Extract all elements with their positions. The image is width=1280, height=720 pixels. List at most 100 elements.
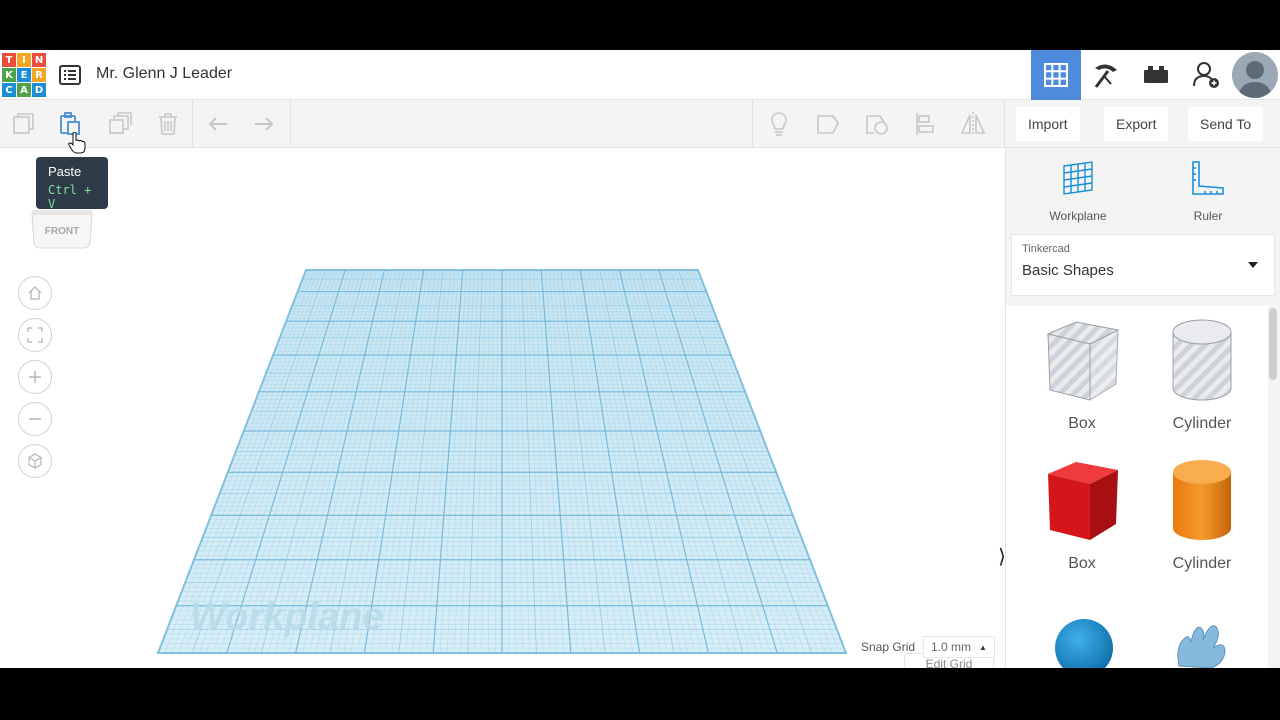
- toolbar-divider: [1004, 100, 1005, 148]
- fit-view-icon: [27, 327, 43, 343]
- zoom-in-button[interactable]: [18, 360, 52, 394]
- tinkercad-app: T I N K E R C A D Mr. Glenn J Leader Imp…: [0, 50, 1280, 668]
- fit-view-button[interactable]: [18, 318, 52, 352]
- cylinder-hole-icon: [1172, 319, 1232, 401]
- shape-scribble[interactable]: [1142, 606, 1262, 668]
- shape-cylinder[interactable]: Cylinder: [1142, 456, 1262, 573]
- undo-icon: [208, 117, 227, 131]
- design-list-icon[interactable]: [58, 63, 82, 87]
- duplicate-icon: [109, 112, 132, 134]
- align-icon: [916, 113, 934, 135]
- user-avatar[interactable]: [1232, 52, 1278, 98]
- shape-cylinder-hole[interactable]: Cylinder: [1142, 316, 1262, 433]
- 3d-design-view-button[interactable]: [1031, 50, 1081, 100]
- toolbar-divider: [752, 100, 753, 148]
- shapes-panel: Workplane Ruler Tinkercad Basic Shapes B…: [1005, 148, 1280, 668]
- pickaxe-icon: [1094, 64, 1117, 88]
- logo-letter: C: [2, 83, 16, 97]
- tooltip-title: Paste: [48, 164, 82, 179]
- caret-up-icon: ▲: [979, 642, 987, 652]
- logo-letter: I: [17, 53, 31, 67]
- home-icon: [28, 286, 42, 300]
- toolbar-divider: [290, 100, 291, 148]
- undo-button[interactable]: [204, 110, 232, 138]
- bricks-button[interactable]: [1131, 50, 1181, 100]
- view-cube-front-label: FRONT: [44, 226, 80, 237]
- workplane-tool[interactable]: Workplane: [1028, 160, 1128, 223]
- logo-letter: A: [17, 83, 31, 97]
- send-to-button[interactable]: Send To: [1188, 107, 1264, 141]
- shape-label: Box: [1068, 415, 1096, 432]
- import-button[interactable]: Import: [1016, 107, 1080, 141]
- codeblocks-button[interactable]: [1081, 50, 1131, 100]
- scribble-icon: [1177, 625, 1226, 668]
- tooltip-shortcut: Ctrl + V: [48, 183, 92, 211]
- redo-button[interactable]: [250, 110, 278, 138]
- snap-grid-value: 1.0 mm: [931, 640, 972, 654]
- shape-box[interactable]: Box: [1022, 456, 1142, 573]
- group-icon: [817, 115, 839, 134]
- library-name: Basic Shapes: [1022, 262, 1114, 279]
- trash-icon: [159, 113, 177, 135]
- shape-box-hole[interactable]: Box: [1022, 316, 1142, 433]
- logo-letter: N: [32, 53, 46, 67]
- shapes-grid: Box Cylinder Box Cylinder: [1006, 306, 1268, 668]
- copy-button[interactable]: [10, 110, 38, 138]
- shape-label: Cylinder: [1172, 555, 1232, 572]
- ruler-tool[interactable]: Ruler: [1158, 160, 1258, 223]
- logo-letter: R: [32, 68, 46, 82]
- box-hole-icon: [1046, 321, 1120, 401]
- cylinder-icon: [1173, 460, 1231, 540]
- ungroup-icon: [866, 115, 888, 135]
- zoom-out-button[interactable]: [18, 402, 52, 436]
- grid-view-icon: [1044, 63, 1068, 87]
- top-header: T I N K E R C A D Mr. Glenn J Leader: [0, 50, 1280, 100]
- invite-user-button[interactable]: [1181, 50, 1231, 100]
- snap-grid-select[interactable]: 1.0 mm ▲: [923, 636, 995, 658]
- light-button[interactable]: [765, 110, 793, 138]
- dropdown-caret-icon: [1248, 262, 1258, 268]
- logo-letter: E: [17, 68, 31, 82]
- shapes-scrollbar[interactable]: [1269, 308, 1277, 380]
- minus-icon: [29, 418, 41, 420]
- delete-button[interactable]: [154, 110, 182, 138]
- design-title[interactable]: Mr. Glenn J Leader: [96, 65, 232, 83]
- redo-icon: [255, 117, 274, 131]
- ungroup-button[interactable]: [863, 110, 891, 138]
- workplane-watermark: Workplane: [190, 596, 384, 638]
- copy-icon: [13, 113, 34, 134]
- hand-cursor-icon: [68, 132, 86, 154]
- shape-sphere[interactable]: [1022, 606, 1142, 668]
- plus-icon: [29, 371, 41, 383]
- duplicate-button[interactable]: [106, 110, 134, 138]
- workplane-grid[interactable]: [0, 148, 1005, 668]
- add-user-icon: [1193, 62, 1219, 88]
- home-view-button[interactable]: [18, 276, 52, 310]
- logo-letter: T: [2, 53, 16, 67]
- library-source: Tinkercad: [1022, 243, 1070, 255]
- box-icon: [1048, 462, 1118, 540]
- tinkercad-logo[interactable]: T I N K E R C A D: [2, 53, 46, 97]
- logo-letter: D: [32, 83, 46, 97]
- workplane-icon: [1063, 161, 1093, 195]
- sphere-icon: [1055, 619, 1113, 668]
- group-button[interactable]: [814, 110, 842, 138]
- brick-icon: [1144, 66, 1168, 83]
- edit-toolbar: Import Export Send To: [0, 100, 1280, 148]
- snap-grid-label: Snap Grid: [861, 640, 916, 654]
- shape-label: Box: [1068, 555, 1096, 572]
- logo-letter: K: [2, 68, 16, 82]
- lightbulb-icon: [771, 112, 787, 136]
- shape-label: Cylinder: [1172, 415, 1232, 432]
- ortho-view-button[interactable]: [18, 444, 52, 478]
- mirror-button[interactable]: [959, 110, 987, 138]
- ruler-tool-label: Ruler: [1193, 209, 1223, 223]
- workplane-tool-label: Workplane: [1049, 209, 1107, 223]
- shape-library-select[interactable]: Tinkercad Basic Shapes: [1011, 234, 1275, 296]
- export-button[interactable]: Export: [1104, 107, 1169, 141]
- toolbar-divider: [192, 100, 193, 148]
- mirror-icon: [960, 112, 986, 136]
- ruler-icon: [1192, 161, 1224, 195]
- align-button[interactable]: [912, 110, 940, 138]
- 3d-canvas[interactable]: Workplane Edit Grid ⟩: [0, 148, 1011, 668]
